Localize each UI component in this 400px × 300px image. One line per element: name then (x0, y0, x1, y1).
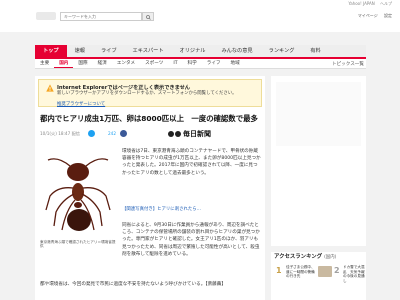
primary-nav: トップ 速報 ライブ エキスパート オリジナル みんなの意見 ランキング 有料 (35, 45, 366, 57)
cat-local[interactable]: 地域 (226, 59, 245, 68)
warning-icon (46, 84, 54, 92)
rank-number: 2 (334, 266, 340, 275)
sidebar-ad-area (276, 82, 361, 146)
category-nav: 主要 国内 国際 経済 エンタメ スポーツ IT 科学 ライフ 地域 (35, 59, 366, 69)
browser-warning: Internet Explorerではページを正しく表示できません 新しいブラウ… (38, 79, 262, 107)
article-paragraph: 環境省は7日、東京港青海ふ頭のコンテナヤードで、甲骨状の貯蔵容器を持つヒアリの成… (122, 149, 261, 176)
site-logo[interactable] (36, 12, 56, 20)
facebook-share-icon[interactable] (120, 130, 127, 137)
cat-international[interactable]: 国際 (73, 59, 92, 68)
share-count: 242 (108, 131, 116, 136)
ranking-title: アクセスランキング (国内) (274, 254, 337, 260)
ranking-subtitle: (国内) (324, 255, 337, 260)
top-links: Yahoo! JAPAN ヘルプ (344, 1, 392, 7)
article-paragraph: 都や環境省は、今回の発見で市民に過度な不安を持たないよう呼びかけている。【斎藤繭… (40, 282, 226, 287)
twitter-share-icon[interactable] (88, 130, 95, 137)
search-input[interactable] (60, 12, 142, 21)
nav-live[interactable]: ライブ (93, 45, 125, 57)
help-link[interactable]: ヘルプ (380, 1, 392, 6)
top-utility-bar: Yahoo! JAPAN ヘルプ (0, 0, 400, 8)
nav-expert[interactable]: エキスパート (125, 45, 172, 57)
nav-top[interactable]: トップ (35, 45, 67, 57)
yahoo-japan-link[interactable]: Yahoo! JAPAN (348, 1, 374, 6)
cat-life[interactable]: ライフ (202, 59, 226, 68)
article-dateline: 10/1(火) 18:47 配信 (40, 131, 80, 136)
ranking-thumbnail[interactable] (318, 266, 332, 277)
ranking-item-text[interactable]: ドカ雪で大混乱 天気予報の今後の見通し (343, 265, 365, 283)
cat-entertainment[interactable]: エンタメ (112, 59, 140, 68)
warning-title: Internet Explorerではページを正しく表示できません (57, 85, 190, 91)
header-user-links: マイページ 設定 (353, 13, 392, 19)
fire-ant-image (45, 158, 111, 231)
nav-paid[interactable]: 有料 (302, 45, 328, 57)
warning-body: 新しいブラウザーかアプリをダウンロードするか、スマートフォンから閲覧してください… (57, 91, 237, 96)
rank-number: 1 (276, 266, 282, 275)
nav-breaking[interactable]: 速報 (67, 45, 93, 57)
mypage-link[interactable]: マイページ (358, 13, 378, 18)
topics-list-link[interactable]: トピックス一覧 (332, 60, 364, 69)
nav-original[interactable]: オリジナル (172, 45, 214, 57)
source-name: 毎日新聞 (183, 129, 211, 138)
cat-science[interactable]: 科学 (183, 59, 202, 68)
nav-ranking[interactable]: ランキング (261, 45, 303, 57)
article-title: 都内でヒアリ成虫1万匹、卵は8000匹以上 一度の確認数で最多 (40, 114, 258, 123)
related-photo-link[interactable]: 【関連写真付き】ヒアリに刺されたら… (122, 206, 201, 212)
cat-sports[interactable]: スポーツ (140, 59, 168, 68)
source-logo[interactable]: 毎日新聞 (168, 129, 211, 139)
settings-link[interactable]: 設定 (384, 13, 392, 18)
article-paragraph: 同省によると、9月30日に作業員から通報があり、周辺を調べたところ、コンテナの保… (122, 223, 260, 257)
cat-main[interactable]: 主要 (35, 59, 54, 68)
cat-it[interactable]: IT (168, 59, 182, 68)
nav-opinions[interactable]: みんなの意見 (213, 45, 260, 57)
article-photo[interactable] (40, 150, 116, 235)
cat-economy[interactable]: 経済 (93, 59, 112, 68)
recommended-browser-link[interactable]: 推奨ブラウザーについて (57, 101, 105, 107)
source-mark-icon (168, 131, 181, 137)
ranking-item-text[interactable]: 佳子さま公務中、道に一時間の警備の行き先 (286, 265, 316, 279)
cat-domestic[interactable]: 国内 (54, 59, 74, 68)
search-icon (145, 15, 151, 20)
search-button[interactable] (142, 12, 154, 21)
photo-caption: 東京港青海ふ頭で確認されたヒアリ＝環境省提供 (40, 240, 116, 249)
